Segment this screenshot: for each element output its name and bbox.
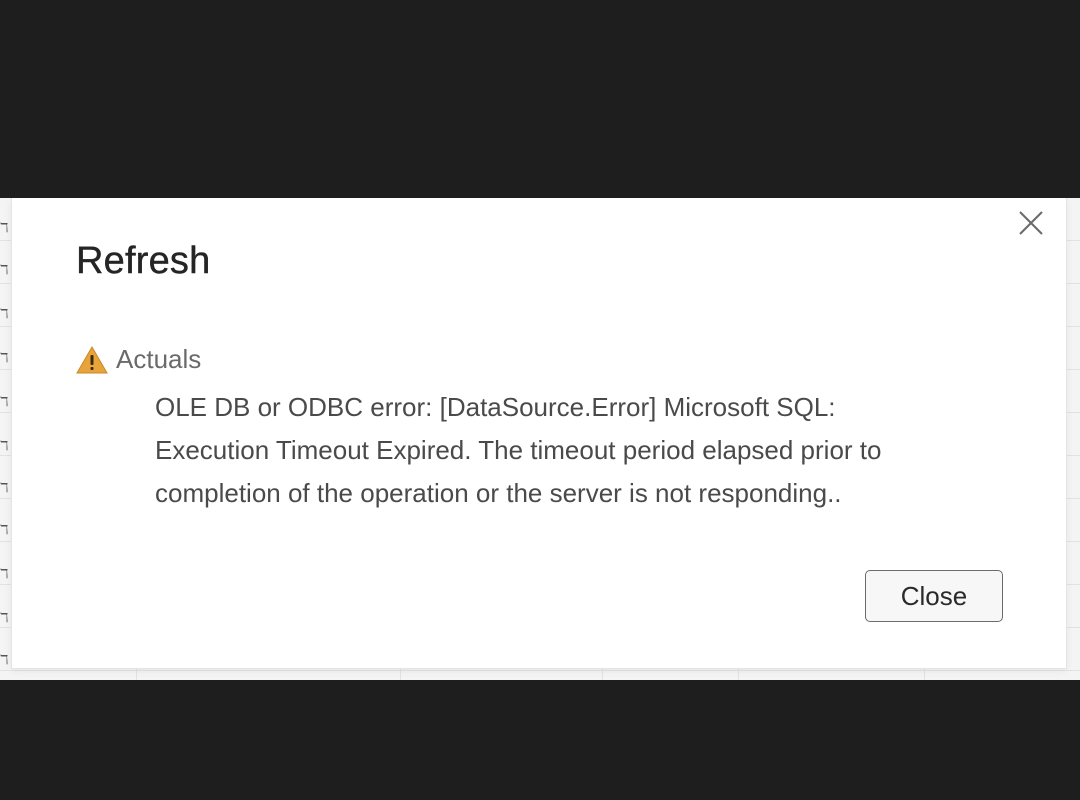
row-edge-mark: ℸ [0,438,9,453]
error-message: OLE DB or ODBC error: [DataSource.Error]… [155,392,882,508]
row-edge-mark: ℸ [0,652,9,667]
dialog-title: Refresh [76,240,211,282]
row-edge-mark: ℸ [0,262,9,277]
close-icon[interactable] [1014,206,1048,240]
refresh-error-dialog: Refresh Actuals OLE DB or ODBC error: [D… [12,198,1066,668]
error-source-name: Actuals [116,344,202,374]
row-edge-mark: ℸ [0,220,9,235]
row-edge-mark: ℸ [0,480,9,495]
screen-area: ℸ ℸ ℸ ℸ ℸ ℸ ℸ ℸ ℸ ℸ ℸ Refresh Actuals OL… [0,198,1080,680]
error-header: Actuals [76,344,201,375]
row-edge-mark: ℸ [0,394,9,409]
row-edge-mark: ℸ [0,566,9,581]
row-edge-mark: ℸ [0,610,9,625]
spreadsheet-row-edges: ℸ ℸ ℸ ℸ ℸ ℸ ℸ ℸ ℸ ℸ ℸ [0,198,12,680]
row-edge-mark: ℸ [0,522,9,537]
screenshot-stage: ℸ ℸ ℸ ℸ ℸ ℸ ℸ ℸ ℸ ℸ ℸ Refresh Actuals OL… [0,0,1080,800]
row-edge-mark: ℸ [0,350,9,365]
row-edge-mark: ℸ [0,306,9,321]
warning-icon [76,345,108,374]
close-button[interactable]: Close [865,570,1003,622]
